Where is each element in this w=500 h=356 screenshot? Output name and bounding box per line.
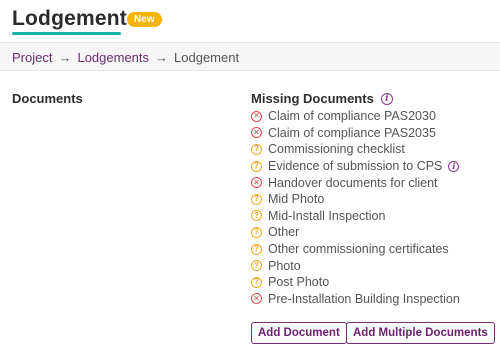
breadcrumb-arrow-icon: → <box>155 50 169 65</box>
breadcrumb-arrow-icon: → <box>58 50 72 65</box>
add-document-button[interactable]: Add Document <box>251 322 347 344</box>
document-label: Handover documents for client <box>268 175 438 190</box>
page-title: Lodgement <box>12 7 127 30</box>
x-circle-icon: ✕ <box>251 177 262 189</box>
x-circle-icon: ✕ <box>251 110 262 122</box>
question-circle-icon: ? <box>251 243 262 255</box>
document-label: Mid-Install Inspection <box>268 208 386 223</box>
question-circle-icon: ? <box>251 210 262 222</box>
breadcrumb: Project → Lodgements → Lodgement <box>12 50 239 65</box>
missing-document-item: ? Evidence of submission to CPS i <box>251 158 460 175</box>
breadcrumb-lodgements-link[interactable]: Lodgements <box>77 50 149 65</box>
missing-document-item: ✕ Claim of compliance PAS2030 <box>251 108 460 125</box>
question-circle-icon: ? <box>251 143 262 155</box>
missing-document-item: ✕ Handover documents for client <box>251 174 460 191</box>
document-label: Claim of compliance PAS2030 <box>268 109 436 124</box>
document-label: Post Photo <box>268 275 330 290</box>
breadcrumb-bar: Project → Lodgements → Lodgement <box>0 42 500 71</box>
documents-section-label: Documents <box>12 91 83 106</box>
document-label: Mid Photo <box>268 192 325 207</box>
document-label: Evidence of submission to CPS <box>268 159 443 174</box>
document-label: Claim of compliance PAS2035 <box>268 125 436 140</box>
question-circle-icon: ? <box>251 193 262 205</box>
missing-document-item: ✕ Claim of compliance PAS2035 <box>251 125 460 142</box>
x-circle-icon: ✕ <box>251 127 262 139</box>
missing-document-item: ✕ Pre-Installation Building Inspection <box>251 291 460 308</box>
new-badge: New <box>127 12 162 27</box>
info-icon[interactable]: i <box>448 160 460 172</box>
missing-document-item: ? Mid Photo <box>251 191 460 208</box>
missing-documents-heading: Missing Documents i <box>251 91 393 106</box>
missing-documents-list: ✕ Claim of compliance PAS2030 ✕ Claim of co… <box>251 108 460 307</box>
missing-document-item: ? Photo <box>251 257 460 274</box>
question-circle-icon: ? <box>251 160 262 172</box>
x-circle-icon: ✕ <box>251 293 262 305</box>
missing-document-item: ? Commissioning checklist <box>251 141 460 158</box>
breadcrumb-current: Lodgement <box>174 50 240 65</box>
missing-document-item: ? Other commissioning certificates <box>251 241 460 258</box>
question-circle-icon: ? <box>251 260 262 272</box>
missing-documents-title: Missing Documents <box>251 91 374 106</box>
page-header: Lodgement New <box>0 0 500 42</box>
document-label: Other <box>268 225 300 240</box>
question-circle-icon: ? <box>251 226 262 238</box>
missing-document-item: ? Mid-Install Inspection <box>251 208 460 225</box>
question-circle-icon: ? <box>251 276 262 288</box>
add-multiple-documents-button[interactable]: Add Multiple Documents <box>346 322 495 344</box>
document-label: Photo <box>268 258 301 273</box>
document-label: Pre-Installation Building Inspection <box>268 291 460 306</box>
document-label: Other commissioning certificates <box>268 242 449 257</box>
missing-document-item: ? Other <box>251 224 460 241</box>
document-label: Commissioning checklist <box>268 142 405 157</box>
info-icon[interactable]: i <box>380 92 393 105</box>
breadcrumb-project-link[interactable]: Project <box>12 50 52 65</box>
title-underline <box>12 32 121 35</box>
missing-document-item: ? Post Photo <box>251 274 460 291</box>
